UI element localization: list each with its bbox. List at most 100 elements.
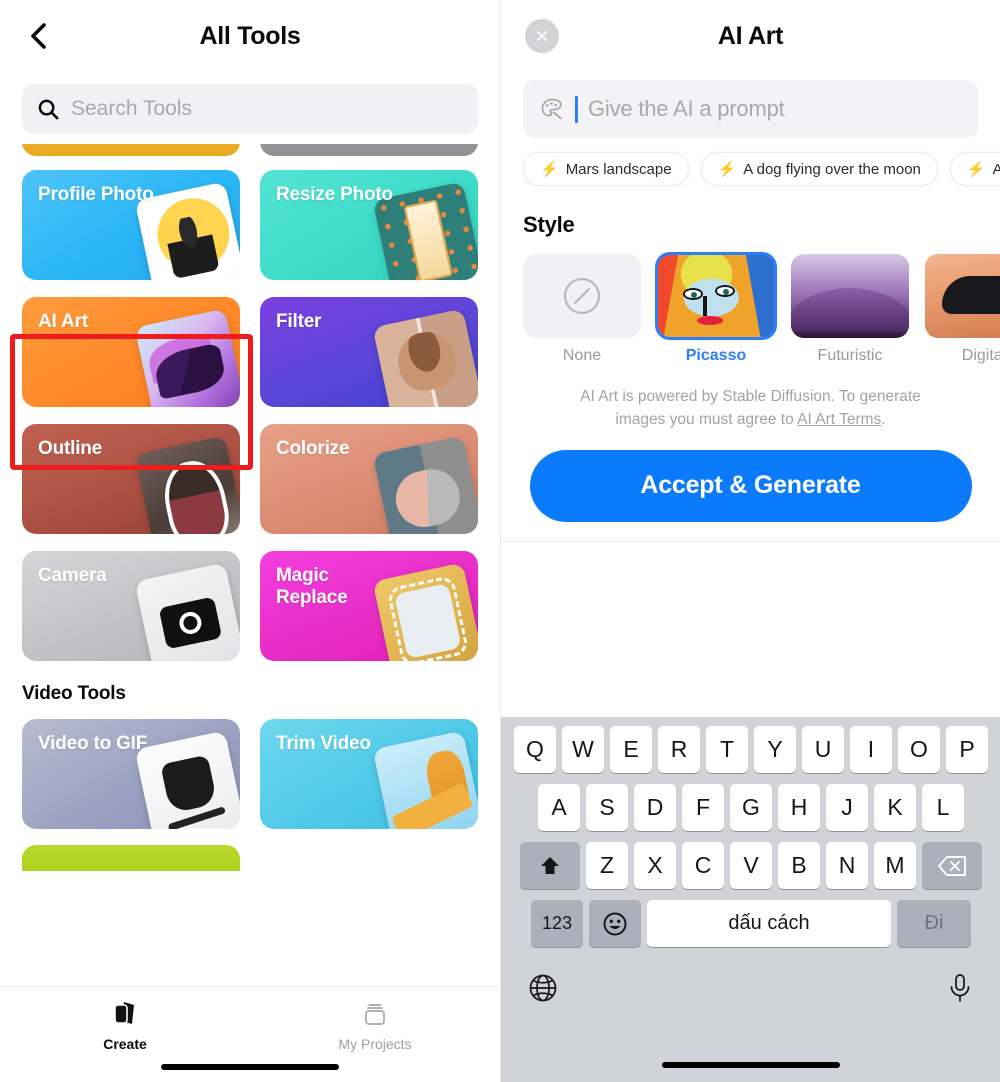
key-r[interactable]: R: [658, 726, 700, 773]
camera-lens-icon: [177, 609, 204, 637]
tool-card-resize-photo[interactable]: Resize Photo: [260, 170, 478, 280]
picasso-nose: [703, 296, 707, 316]
accept-and-generate-button[interactable]: Accept & Generate: [529, 449, 972, 522]
cards-stack-icon: [114, 1002, 134, 1024]
tab-create[interactable]: Create: [0, 999, 250, 1052]
key-a[interactable]: A: [538, 784, 580, 831]
style-option-none[interactable]: None: [523, 254, 641, 365]
key-d[interactable]: D: [634, 784, 676, 831]
key-z[interactable]: Z: [586, 842, 628, 889]
key-numbers[interactable]: 123: [531, 900, 583, 947]
tab-my-projects[interactable]: My Projects: [250, 999, 500, 1052]
picasso-mouth: [697, 316, 723, 325]
panel-title: AI Art: [717, 21, 784, 50]
search-input[interactable]: Search Tools: [22, 84, 478, 134]
bolt-icon: ⚡: [717, 161, 737, 178]
tool-thumbnail: [372, 308, 478, 407]
key-emoji[interactable]: [589, 900, 641, 947]
close-button[interactable]: [525, 19, 559, 53]
ai-art-terms-link[interactable]: AI Art Terms: [797, 411, 881, 428]
projects-folder-icon: [365, 1004, 385, 1025]
search-icon: [38, 99, 59, 119]
key-s[interactable]: S: [586, 784, 628, 831]
tool-label: Magic Replace: [276, 565, 348, 610]
key-m[interactable]: M: [874, 842, 916, 889]
section-divider: [501, 541, 1000, 542]
tool-card-trim-video[interactable]: Trim Video: [260, 719, 478, 829]
tool-label: Video to GIF: [38, 733, 148, 754]
key-microphone[interactable]: [945, 972, 975, 1009]
key-v[interactable]: V: [730, 842, 772, 889]
home-indicator: [161, 1064, 339, 1070]
tool-label: Colorize: [276, 438, 350, 459]
key-space[interactable]: dấu cách: [647, 900, 891, 947]
tool-thumbnail: [372, 435, 478, 534]
key-f[interactable]: F: [682, 784, 724, 831]
key-j[interactable]: J: [826, 784, 868, 831]
key-i[interactable]: I: [850, 726, 892, 773]
key-n[interactable]: N: [826, 842, 868, 889]
style-option-picasso[interactable]: Picasso: [655, 252, 777, 365]
tool-thumbnail: [134, 562, 240, 661]
tool-card-video-to-gif[interactable]: Video to GIF: [22, 719, 240, 829]
key-y[interactable]: Y: [754, 726, 796, 773]
chevron-left-icon: [31, 23, 46, 49]
tools-scroll-area[interactable]: Profile Photo Resize Photo AI Art Filter: [0, 144, 500, 871]
style-label: Futuristic: [817, 347, 883, 364]
tool-card-magic-replace[interactable]: Magic Replace: [260, 551, 478, 661]
screenshot-root: All Tools Search Tools Profile Photo Res…: [0, 0, 1000, 1082]
tool-card-profile-photo[interactable]: Profile Photo: [22, 170, 240, 280]
key-backspace[interactable]: [922, 842, 982, 889]
tool-card-outline[interactable]: Outline: [22, 424, 240, 534]
key-t[interactable]: T: [706, 726, 748, 773]
back-button[interactable]: [24, 22, 52, 50]
key-q[interactable]: Q: [514, 726, 556, 773]
key-go[interactable]: Đi: [897, 900, 971, 947]
key-shift[interactable]: [520, 842, 580, 889]
bottom-tab-bar: Create My Projects: [0, 986, 500, 1082]
key-p[interactable]: P: [946, 726, 988, 773]
tool-card-filter[interactable]: Filter: [260, 297, 478, 407]
key-k[interactable]: K: [874, 784, 916, 831]
suggestion-chip[interactable]: ⚡ A dog flying over the moon: [700, 152, 938, 186]
tool-card-colorize[interactable]: Colorize: [260, 424, 478, 534]
keyboard-row-3: Z X C V B N M: [501, 842, 1000, 889]
text-cursor: [575, 95, 578, 123]
key-c[interactable]: C: [682, 842, 724, 889]
tool-label: Outline: [38, 438, 103, 459]
key-w[interactable]: W: [562, 726, 604, 773]
style-list[interactable]: None Picasso Futuristic Digital: [501, 238, 1000, 365]
prompt-input[interactable]: Give the AI a prompt: [523, 80, 978, 138]
prompt-placeholder: Give the AI a prompt: [588, 96, 785, 121]
keyboard-bottom-bar: [501, 958, 1000, 1009]
partial-card-left[interactable]: [22, 144, 240, 156]
tool-label: AI Art: [38, 311, 88, 332]
partial-card-right[interactable]: [260, 144, 478, 156]
key-l[interactable]: L: [922, 784, 964, 831]
style-option-futuristic[interactable]: Futuristic: [791, 254, 909, 365]
style-label: Picasso: [685, 347, 747, 364]
tool-card-ai-art[interactable]: AI Art: [22, 297, 240, 407]
suggestion-chip[interactable]: ⚡ Mars landscape: [523, 152, 689, 186]
style-option-digital[interactable]: Digital: [925, 254, 1000, 365]
keyboard-row-4: 123 dấu cách Đi: [501, 900, 1000, 947]
close-icon: [536, 30, 548, 42]
on-screen-keyboard: Q W E R T Y U I O P A S D F G H J K L Z …: [501, 717, 1000, 1082]
key-x[interactable]: X: [634, 842, 676, 889]
key-h[interactable]: H: [778, 784, 820, 831]
suggestion-chip[interactable]: ⚡ An: [949, 152, 1000, 186]
key-globe[interactable]: [527, 972, 559, 1009]
tool-card-camera[interactable]: Camera: [22, 551, 240, 661]
key-b[interactable]: B: [778, 842, 820, 889]
tab-label: My Projects: [338, 1036, 412, 1052]
key-e[interactable]: E: [610, 726, 652, 773]
key-u[interactable]: U: [802, 726, 844, 773]
style-label: Digital: [961, 347, 1000, 364]
key-o[interactable]: O: [898, 726, 940, 773]
search-section: Search Tools: [0, 72, 500, 134]
tool-label: Filter: [276, 311, 322, 332]
partial-card-green[interactable]: [22, 845, 240, 871]
tool-label-line2: Replace: [276, 587, 348, 609]
prompt-suggestions[interactable]: ⚡ Mars landscape ⚡ A dog flying over the…: [501, 138, 1000, 186]
key-g[interactable]: G: [730, 784, 772, 831]
